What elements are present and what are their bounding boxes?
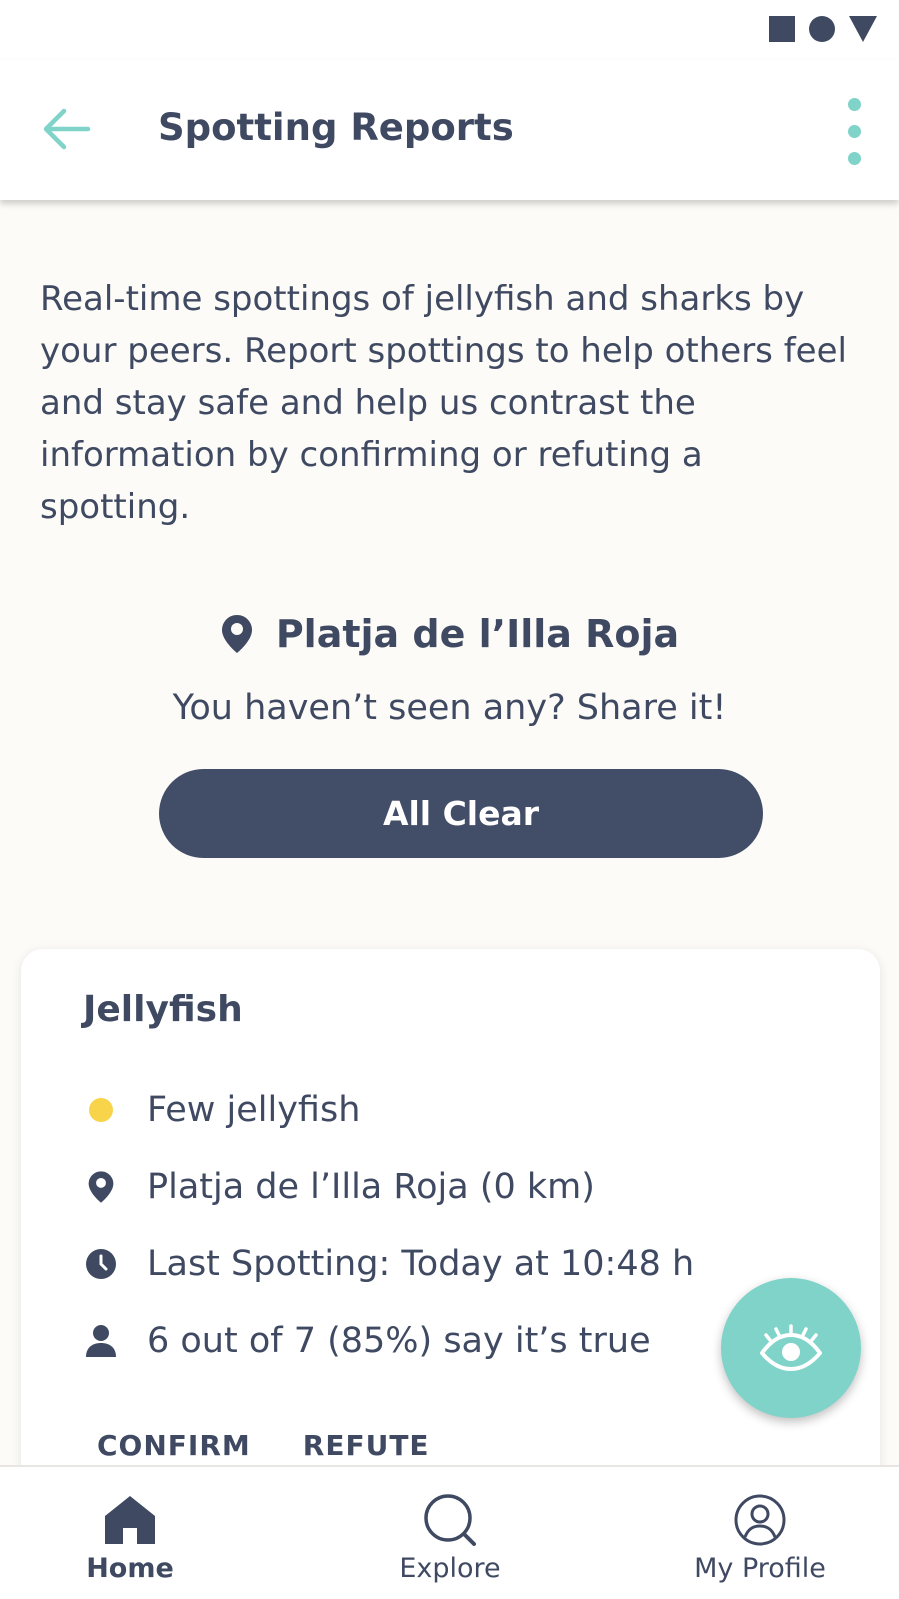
nav-explore[interactable]: Explore (330, 1491, 570, 1584)
confirmations-text: 6 out of 7 (85%) say it’s true (147, 1321, 651, 1361)
nav-home[interactable]: Home (10, 1491, 250, 1584)
profile-icon (734, 1494, 786, 1546)
report-spotting-fab[interactable] (721, 1278, 861, 1418)
level-dot-icon (89, 1098, 113, 1122)
eye-icon (760, 1324, 822, 1371)
bottom-navigation: Home Explore My Profile (0, 1465, 899, 1599)
refute-button[interactable]: REFUTE (303, 1429, 430, 1462)
home-icon (105, 1496, 155, 1544)
jellyfish-report-card: Jellyfish Few jellyfish Platja de l’Illa… (21, 949, 880, 1509)
confirmations-row: 6 out of 7 (85%) say it’s true (83, 1316, 651, 1366)
confirm-button[interactable]: CONFIRM (97, 1429, 251, 1462)
all-clear-button[interactable]: All Clear (159, 769, 763, 858)
status-triangle-icon (849, 16, 877, 42)
location-name: Platja de l’Illa Roja (275, 612, 680, 656)
nav-my-profile[interactable]: My Profile (640, 1491, 880, 1584)
clock-icon (86, 1249, 116, 1279)
back-button[interactable] (40, 106, 92, 152)
nav-explore-label: Explore (399, 1553, 501, 1584)
place-row: Platja de l’Illa Roja (0 km) (83, 1162, 595, 1212)
share-prompt: You haven’t seen any? Share it! (172, 688, 727, 728)
more-vertical-icon (847, 98, 861, 111)
intro-description: Real-time spottings of jellyfish and sha… (40, 279, 847, 527)
arrow-left-icon (43, 108, 91, 150)
status-square-icon (769, 16, 795, 42)
nav-home-label: Home (86, 1553, 174, 1584)
map-pin-icon (88, 1171, 114, 1203)
card-title: Jellyfish (83, 989, 243, 1030)
current-location: Platja de l’Illa Roja (0, 612, 899, 656)
last-spotting-text: Last Spotting: Today at 10:48 h (147, 1244, 695, 1284)
nav-my-profile-label: My Profile (694, 1553, 826, 1584)
status-circle-icon (809, 16, 835, 42)
status-bar (0, 0, 899, 60)
more-options-button[interactable] (839, 98, 869, 165)
level-text: Few jellyfish (147, 1090, 361, 1130)
app-bar: Spotting Reports (0, 60, 899, 200)
last-spotting-row: Last Spotting: Today at 10:48 h (83, 1239, 694, 1289)
level-row: Few jellyfish (83, 1085, 360, 1135)
page-title: Spotting Reports (158, 106, 514, 149)
search-icon (424, 1494, 476, 1546)
map-pin-icon (221, 615, 252, 653)
place-text: Platja de l’Illa Roja (0 km) (147, 1167, 595, 1207)
person-icon (86, 1325, 116, 1357)
